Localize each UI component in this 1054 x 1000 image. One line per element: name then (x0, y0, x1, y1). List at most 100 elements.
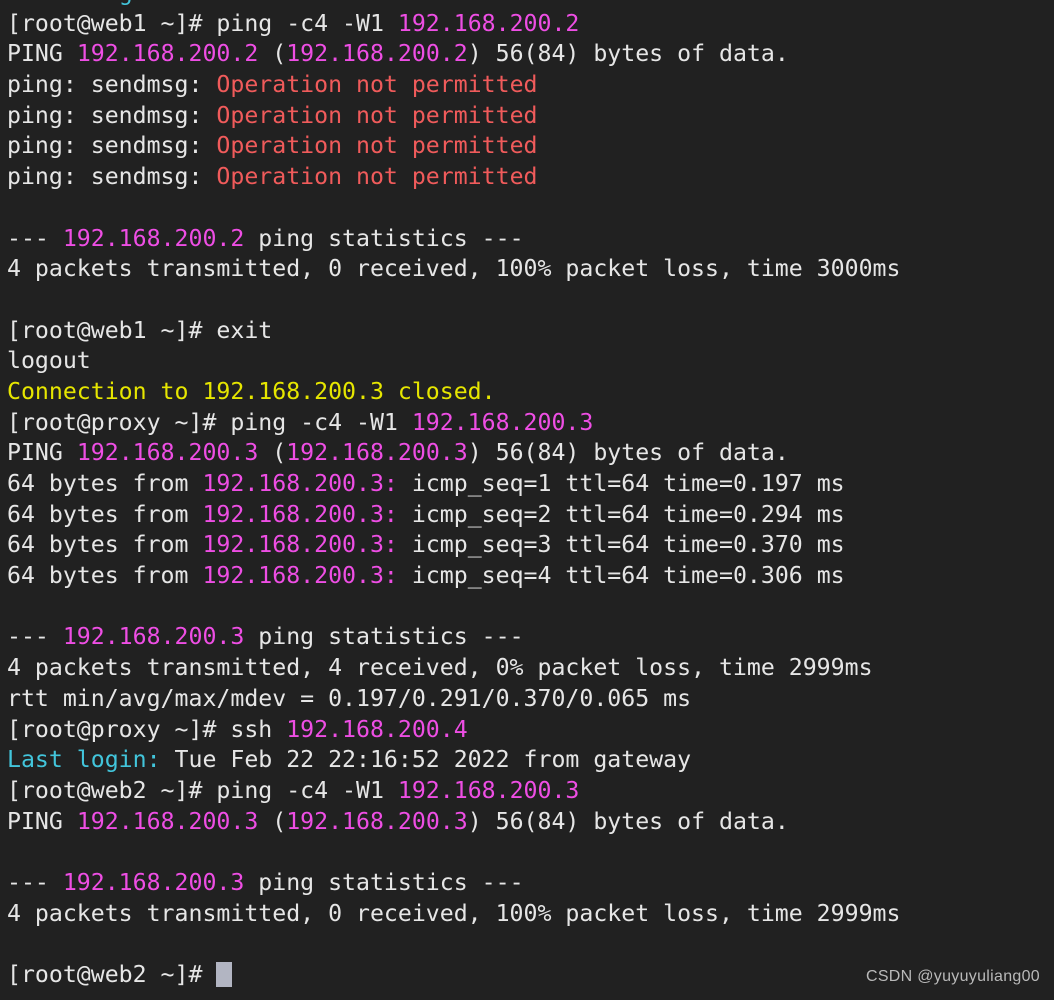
line-03-sendmsg-1-seg-1: Operation not permitted (216, 71, 538, 99)
line-06-sendmsg-4-seg-0: ping: sendmsg: (7, 163, 217, 191)
line-15-ping-header-200-3-seg-2: ( (258, 439, 287, 467)
line-06-sendmsg-4: ping: sendmsg: Operation not permitted (0, 162, 1054, 193)
line-17-reply-2-seg-0: 64 bytes from (7, 500, 203, 528)
line-18-reply-3: 64 bytes from 192.168.200.3: icmp_seq=3 … (0, 530, 1054, 561)
line-03-sendmsg-1-seg-0: ping: sendmsg: (7, 71, 217, 99)
line-14-prompt-ping-proxy-seg-1: 192.168.200.3 (411, 408, 594, 436)
line-29-stats-header-web2-seg-1: 192.168.200.3 (62, 868, 245, 896)
line-00-partial-scrollback-seg-1: g (119, 0, 133, 6)
block-cursor[interactable] (216, 962, 233, 987)
line-17-reply-2: 64 bytes from 192.168.200.3: icmp_seq=2 … (0, 500, 1054, 531)
line-11-prompt-exit-seg-0: [root@web1 ~]# exit (7, 316, 273, 344)
line-15-ping-header-200-3-seg-0: PING (7, 439, 77, 467)
line-23-rtt: rtt min/avg/max/mdev = 0.197/0.291/0.370… (0, 684, 1054, 715)
line-18-reply-3-seg-0: 64 bytes from (7, 531, 203, 559)
line-25-last-login-seg-1: Tue Feb 22 22:16:52 2022 from gateway (160, 746, 692, 774)
line-09-stats-200-2: 4 packets transmitted, 0 received, 100% … (0, 254, 1054, 285)
line-00-partial-scrollback: g (0, 0, 1054, 9)
csdn-watermark: CSDN @yuyuyuliang00 (865, 968, 1040, 985)
line-12-logout-seg-0: logout (7, 347, 91, 375)
line-29-stats-header-web2-seg-2: ping statistics --- (244, 868, 524, 896)
line-23-rtt-seg-0: rtt min/avg/max/mdev = 0.197/0.291/0.370… (7, 684, 692, 712)
line-08-stats-header-200-2: --- 192.168.200.2 ping statistics --- (0, 224, 1054, 255)
line-27-ping-header-web2-seg-4: ) 56(84) bytes of data. (467, 807, 789, 835)
line-13-connection-closed: Connection to 192.168.200.3 closed. (0, 377, 1054, 408)
terminal-window[interactable]: g [root@web1 ~]# ping -c4 -W1 192.168.200… (0, 0, 1054, 1000)
line-24-prompt-ssh-seg-1: 192.168.200.4 (286, 715, 468, 743)
line-00-partial-scrollback-seg-0 (7, 0, 119, 6)
line-08-stats-header-200-2-seg-1: 192.168.200.2 (62, 224, 245, 252)
line-24-prompt-ssh: [root@proxy ~]# ssh 192.168.200.4 (0, 715, 1054, 746)
line-12-logout: logout (0, 346, 1054, 377)
line-27-ping-header-web2-seg-3: 192.168.200.3 (286, 807, 468, 835)
line-27-ping-header-web2-seg-0: PING (7, 807, 77, 835)
line-27-ping-header-web2-seg-1: 192.168.200.3 (76, 807, 259, 835)
line-05-sendmsg-3-seg-0: ping: sendmsg: (7, 132, 217, 160)
line-21-stats-header-200-3-ok-seg-2: ping statistics --- (244, 623, 524, 651)
line-04-sendmsg-2: ping: sendmsg: Operation not permitted (0, 101, 1054, 132)
line-04-sendmsg-2-seg-1: Operation not permitted (216, 101, 538, 129)
line-04-sendmsg-2-seg-0: ping: sendmsg: (7, 101, 217, 129)
line-27-ping-header-web2: PING 192.168.200.3 (192.168.200.3) 56(84… (0, 807, 1054, 838)
line-19-reply-4-seg-0: 64 bytes from (7, 562, 203, 590)
line-09-stats-200-2-seg-0: 4 packets transmitted, 0 received, 100% … (7, 255, 901, 283)
line-11-prompt-exit: [root@web1 ~]# exit (0, 316, 1054, 347)
line-16-reply-1-seg-1: 192.168.200.3: (202, 470, 398, 497)
line-01-prompt-ping-web1-seg-0: [root@web1 ~]# ping -c4 -W1 (7, 9, 398, 37)
line-26-prompt-ping-web2-seg-1: 192.168.200.3 (397, 776, 580, 804)
line-27-ping-header-web2-seg-2: ( (258, 807, 287, 835)
line-06-sendmsg-4-seg-1: Operation not permitted (216, 163, 538, 191)
line-18-reply-3-seg-2: icmp_seq=3 ttl=64 time=0.370 ms (397, 531, 845, 559)
line-07-blank (0, 193, 1054, 224)
line-03-sendmsg-1: ping: sendmsg: Operation not permitted (0, 70, 1054, 101)
line-19-reply-4-seg-2: icmp_seq=4 ttl=64 time=0.306 ms (397, 562, 845, 590)
line-29-stats-header-web2: --- 192.168.200.3 ping statistics --- (0, 868, 1054, 899)
line-21-stats-header-200-3-ok-seg-0: --- (7, 623, 63, 651)
line-16-reply-1-seg-2: icmp_seq=1 ttl=64 time=0.197 ms (397, 470, 845, 497)
line-25-last-login: Last login: Tue Feb 22 22:16:52 2022 fro… (0, 745, 1054, 776)
line-21-stats-header-200-3-ok: --- 192.168.200.3 ping statistics --- (0, 622, 1054, 653)
line-01-prompt-ping-web1: [root@web1 ~]# ping -c4 -W1 192.168.200.… (0, 9, 1054, 40)
line-05-sendmsg-3: ping: sendmsg: Operation not permitted (0, 131, 1054, 162)
line-02-ping-header-seg-2: ( (258, 40, 287, 68)
line-16-reply-1: 64 bytes from 192.168.200.3: icmp_seq=1 … (0, 469, 1054, 500)
line-30-stats-web2-seg-0: 4 packets transmitted, 0 received, 100% … (7, 899, 901, 927)
line-17-reply-2-seg-2: icmp_seq=2 ttl=64 time=0.294 ms (397, 500, 845, 528)
line-24-prompt-ssh-seg-0: [root@proxy ~]# ssh (7, 715, 287, 743)
line-02-ping-header-seg-3: 192.168.200.2 (286, 40, 468, 68)
line-22-stats-200-3-ok-seg-0: 4 packets transmitted, 4 received, 0% pa… (7, 654, 873, 682)
line-13-connection-closed-seg-0: Connection to 192.168.200.3 closed. (7, 377, 496, 405)
line-18-reply-3-seg-1: 192.168.200.3: (202, 531, 398, 559)
line-02-ping-header-seg-1: 192.168.200.2 (76, 40, 259, 68)
line-02-ping-header: PING 192.168.200.2 (192.168.200.2) 56(84… (0, 39, 1054, 70)
terminal-screen[interactable]: g [root@web1 ~]# ping -c4 -W1 192.168.200… (0, 0, 1054, 991)
line-30-stats-web2: 4 packets transmitted, 0 received, 100% … (0, 899, 1054, 930)
line-28-blank (0, 837, 1054, 868)
line-02-ping-header-seg-4: ) 56(84) bytes of data. (467, 40, 789, 68)
line-15-ping-header-200-3: PING 192.168.200.3 (192.168.200.3) 56(84… (0, 438, 1054, 469)
line-15-ping-header-200-3-seg-3: 192.168.200.3 (286, 439, 468, 467)
line-17-reply-2-seg-1: 192.168.200.3: (202, 500, 398, 528)
line-14-prompt-ping-proxy-seg-0: [root@proxy ~]# ping -c4 -W1 (7, 408, 412, 436)
line-14-prompt-ping-proxy: [root@proxy ~]# ping -c4 -W1 192.168.200… (0, 408, 1054, 439)
line-15-ping-header-200-3-seg-4: ) 56(84) bytes of data. (467, 439, 789, 467)
line-05-sendmsg-3-seg-1: Operation not permitted (216, 132, 538, 160)
line-08-stats-header-200-2-seg-2: ping statistics --- (244, 224, 524, 252)
line-02-ping-header-seg-0: PING (7, 40, 77, 68)
line-25-last-login-seg-0: Last login: (7, 746, 161, 774)
line-31-blank (0, 929, 1054, 960)
line-10-blank (0, 285, 1054, 316)
line-08-stats-header-200-2-seg-0: --- (7, 224, 63, 252)
line-16-reply-1-seg-0: 64 bytes from (7, 470, 203, 497)
line-20-blank (0, 592, 1054, 623)
line-26-prompt-ping-web2: [root@web2 ~]# ping -c4 -W1 192.168.200.… (0, 776, 1054, 807)
line-29-stats-header-web2-seg-0: --- (7, 868, 63, 896)
line-26-prompt-ping-web2-seg-0: [root@web2 ~]# ping -c4 -W1 (7, 776, 398, 804)
line-19-reply-4-seg-1: 192.168.200.3: (202, 562, 398, 590)
line-19-reply-4: 64 bytes from 192.168.200.3: icmp_seq=4 … (0, 561, 1054, 592)
line-01-prompt-ping-web1-seg-1: 192.168.200.2 (397, 9, 580, 37)
line-32-final-prompt-seg-0: [root@web2 ~]# (7, 961, 217, 988)
line-22-stats-200-3-ok: 4 packets transmitted, 4 received, 0% pa… (0, 653, 1054, 684)
line-21-stats-header-200-3-ok-seg-1: 192.168.200.3 (62, 623, 245, 651)
line-15-ping-header-200-3-seg-1: 192.168.200.3 (76, 439, 259, 467)
